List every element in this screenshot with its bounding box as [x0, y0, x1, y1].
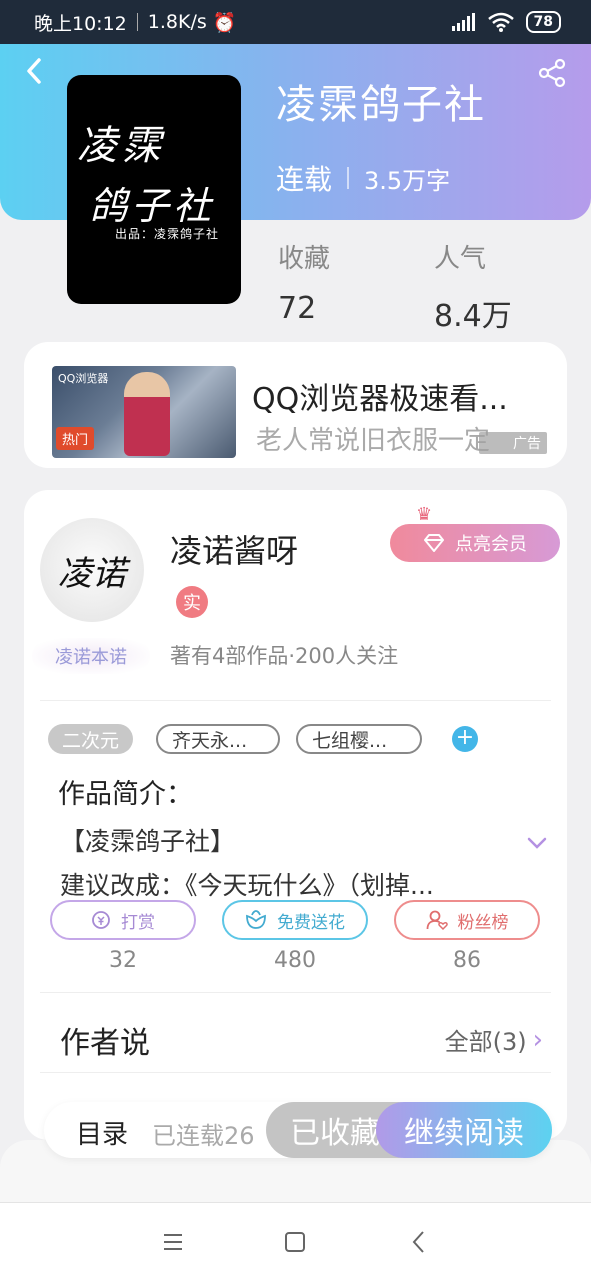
battery-indicator: 78: [525, 11, 561, 33]
intro-line1: 【凌霂鸽子社】: [60, 827, 236, 856]
stat-favorites: 收藏 72: [278, 238, 330, 326]
ad-card[interactable]: QQ浏览器 热门 QQ浏览器极速看... 老人常说旧衣服一定 广告: [24, 342, 567, 468]
status-bar: 晚上10:12 1.8K/s ⏰ 78: [0, 0, 591, 44]
meta-divider: [347, 167, 350, 189]
chevron-left-icon: [412, 1231, 424, 1253]
crown-icon: ♛: [416, 504, 433, 525]
back-nav-icon[interactable]: [404, 1227, 434, 1257]
vip-button-label: 点亮会员: [455, 534, 527, 555]
intro-heading: 作品简介：: [58, 779, 193, 810]
send-flower-button[interactable]: 免费送花: [222, 900, 368, 940]
menu-icon[interactable]: [158, 1227, 188, 1257]
flower-icon: [246, 910, 266, 929]
reward-count: 32: [109, 948, 137, 973]
share-icon: [538, 58, 566, 88]
ad-thumb-figure: [124, 372, 170, 456]
book-meta: 连载 3.5万字: [276, 158, 450, 198]
author-stats: 著有4部作品·200人关注: [170, 644, 399, 668]
divider: [40, 992, 551, 993]
stat-popularity: 人气 8.4万: [434, 238, 512, 335]
ad-title: QQ浏览器极速看...: [252, 382, 508, 417]
bottom-action-bar: 目录 已连载26 已收藏 继续阅读: [44, 1102, 552, 1158]
status-divider: [136, 13, 138, 31]
cover-title-line1: 凌霂: [77, 123, 165, 169]
chevron-right-icon: ›: [532, 1024, 543, 1055]
reward-button[interactable]: 打赏: [50, 900, 196, 940]
author-name[interactable]: 凌诺酱呀: [170, 526, 298, 572]
network-speed: 1.8K/s: [147, 11, 207, 33]
signal-icon: [451, 13, 475, 31]
hot-badge: 热门: [56, 427, 95, 450]
cover-title-line2: 鸽子社: [89, 184, 216, 228]
send-flower-label: 免费送花: [277, 912, 345, 933]
tag-item[interactable]: 齐天永...: [156, 724, 280, 754]
status-time: 晚上10:12: [34, 12, 127, 35]
stat-label: 收藏: [278, 244, 331, 274]
all-link-label: 全部(3): [444, 1028, 527, 1056]
stat-label: 人气: [434, 244, 487, 274]
diamond-icon: [424, 534, 444, 552]
verified-badge: 实: [176, 586, 208, 618]
back-button[interactable]: [20, 56, 50, 86]
divider: [40, 1072, 551, 1073]
system-nav-bar: [0, 1202, 591, 1280]
author-say-all-link[interactable]: 全部(3) ›: [445, 1022, 543, 1057]
fans-count: 86: [453, 948, 481, 973]
add-tag-button[interactable]: +: [452, 726, 478, 752]
stat-value: 8.4万: [434, 299, 512, 334]
share-button[interactable]: [537, 58, 567, 88]
expand-intro-button[interactable]: [526, 832, 548, 854]
word-count: 3.5万字: [364, 166, 451, 195]
serial-status: 连载: [276, 163, 333, 196]
author-say-heading: 作者说: [60, 1026, 150, 1061]
back-arrow-icon: [27, 58, 41, 84]
square-icon: [285, 1232, 305, 1252]
tag-genre[interactable]: 二次元: [48, 724, 134, 754]
book-title: 凌霂鸽子社: [276, 82, 486, 128]
menu-lines-icon: [164, 1234, 182, 1250]
author-avatar[interactable]: 凌诺: [40, 518, 144, 622]
catalog-button[interactable]: 目录: [76, 1114, 128, 1151]
flower-count: 480: [274, 948, 316, 973]
fans-ranking-label: 粉丝榜: [457, 912, 509, 933]
chevron-down-icon: [527, 837, 547, 849]
book-info-card: 凌诺 凌诺酱呀 实 ♛ 点亮会员 凌诺本诺 著有4部作品·200人关注 二次元 …: [24, 490, 567, 1140]
fans-ranking-button[interactable]: 粉丝榜: [394, 900, 540, 940]
serial-progress: 已连载26: [152, 1122, 255, 1150]
stat-value: 72: [278, 291, 317, 326]
cover-publisher: 出品：凌霂鸽子社: [115, 227, 220, 241]
home-icon[interactable]: [280, 1227, 310, 1257]
continue-reading-button[interactable]: 继续阅读: [376, 1102, 552, 1158]
book-cover[interactable]: 凌霂 鸽子社 出品：凌霂鸽子社: [67, 75, 241, 304]
ad-thumb-brand: QQ浏览器: [58, 372, 109, 385]
author-nickname-badge: 凌诺本诺: [32, 638, 150, 674]
ad-label: 广告: [479, 432, 547, 454]
intro-line2: 建议改成：《今天玩什么》（划掉...: [60, 871, 434, 900]
tag-item[interactable]: 七组樱...: [296, 724, 422, 754]
wifi-icon: [487, 12, 514, 32]
coin-icon: [92, 911, 110, 929]
fans-icon: [426, 910, 448, 931]
reward-label: 打赏: [121, 912, 155, 933]
alarm-icon: ⏰: [212, 11, 237, 34]
ad-description: 老人常说旧衣服一定: [256, 426, 491, 456]
divider: [40, 700, 551, 701]
ad-thumbnail: QQ浏览器 热门: [52, 366, 236, 458]
vip-button[interactable]: 点亮会员: [390, 524, 560, 562]
